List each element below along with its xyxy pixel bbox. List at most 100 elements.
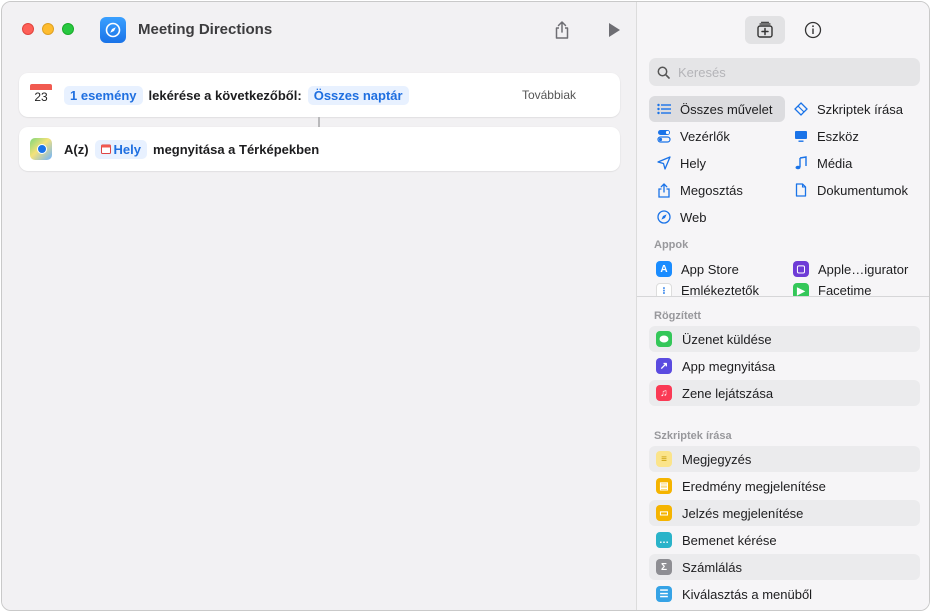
open-app-arrow-icon: ↗ xyxy=(656,358,672,374)
document-icon xyxy=(793,182,809,198)
action-choose-from-menu[interactable]: ☰ Kiválasztás a menüből xyxy=(649,581,920,607)
play-icon xyxy=(609,23,620,37)
editor-pane: Meeting Directions 23 1 esemény lekérése… xyxy=(2,2,636,610)
share-button[interactable] xyxy=(551,19,573,41)
app-label: Emlékeztetők xyxy=(681,283,760,296)
action-show-result[interactable]: ▤ Eredmény megjelenítése xyxy=(649,473,920,499)
category-label: Eszköz xyxy=(817,128,859,144)
more-options-link[interactable]: Továbbiak xyxy=(522,88,576,102)
action-comment[interactable]: ≡ Megjegyzés xyxy=(649,446,920,472)
pinned-section-label: Rögzített xyxy=(654,310,702,322)
calendar-icon: 23 xyxy=(30,84,52,106)
category-all-actions[interactable]: Összes művelet xyxy=(649,96,785,122)
calendar-day: 23 xyxy=(34,90,48,104)
action-show-alert[interactable]: ▭ Jelzés megjelenítése xyxy=(649,500,920,526)
minimize-button[interactable] xyxy=(42,23,54,35)
run-button[interactable] xyxy=(603,19,625,41)
window-controls xyxy=(22,23,74,35)
action-open-in-maps[interactable]: A(z) Hely megnyitása a Térképekben xyxy=(19,127,620,171)
apps-section-label: Appok xyxy=(654,239,689,251)
action-label: Számlálás xyxy=(682,559,742,575)
music-note-icon xyxy=(793,155,809,171)
calendar-small-icon xyxy=(100,144,111,154)
music-icon: ♫ xyxy=(656,385,672,401)
toggle-icon xyxy=(656,128,672,144)
facetime-icon: ▶ xyxy=(793,283,809,296)
category-sharing[interactable]: Megosztás xyxy=(649,177,785,203)
category-controls[interactable]: Vezérlők xyxy=(649,123,785,149)
show-result-icon: ▤ xyxy=(656,478,672,494)
alert-icon: ▭ xyxy=(656,505,672,521)
app-item-app-store[interactable]: A App Store xyxy=(649,256,785,282)
sigma-icon: Σ xyxy=(656,559,672,575)
category-media[interactable]: Média xyxy=(786,150,922,176)
action-text: megnyitása a Térképekben xyxy=(153,141,320,157)
location-token-label: Hely xyxy=(113,141,142,157)
category-device[interactable]: Eszköz xyxy=(786,123,922,149)
category-label: Vezérlők xyxy=(680,128,730,144)
menu-icon: ☰ xyxy=(656,586,672,602)
comment-lines-icon: ≡ xyxy=(656,451,672,467)
action-count[interactable]: Σ Számlálás xyxy=(649,554,920,580)
app-store-icon: A xyxy=(656,261,672,277)
category-label: Dokumentumok xyxy=(817,182,909,198)
action-prefix: A(z) xyxy=(64,141,89,157)
scripting-section-label: Szkriptek írása xyxy=(654,430,732,442)
action-ask-for-input[interactable]: … Bemenet kérése xyxy=(649,527,920,553)
action-label: Kiválasztás a menüből xyxy=(682,586,813,602)
zoom-button[interactable] xyxy=(62,23,74,35)
app-item-reminders[interactable]: ⁝ Emlékeztetők xyxy=(649,283,785,296)
category-label: Összes művelet xyxy=(680,101,773,117)
location-arrow-icon xyxy=(656,155,672,171)
close-button[interactable] xyxy=(22,23,34,35)
app-label: Apple…igurator xyxy=(818,261,909,277)
search-input[interactable] xyxy=(678,64,908,80)
shortcut-title[interactable]: Meeting Directions xyxy=(138,21,272,38)
category-scripting[interactable]: Szkriptek írása xyxy=(786,96,922,122)
calendar-token[interactable]: Összes naptár xyxy=(307,85,409,105)
event-count-token[interactable]: 1 esemény xyxy=(64,85,143,105)
share-icon xyxy=(656,182,672,198)
action-label: App megnyitása xyxy=(682,358,776,374)
category-documents[interactable]: Dokumentumok xyxy=(786,177,922,203)
category-web[interactable]: Web xyxy=(649,204,785,230)
script-icon xyxy=(793,101,809,117)
list-icon xyxy=(656,101,672,117)
details-button[interactable] xyxy=(793,16,833,44)
maps-icon xyxy=(30,138,52,160)
action-play-music[interactable]: ♫ Zene lejátszása xyxy=(649,380,920,406)
search-field[interactable] xyxy=(649,58,920,86)
category-location[interactable]: Hely xyxy=(649,150,785,176)
action-label: Jelzés megjelenítése xyxy=(682,505,804,521)
shortcuts-window: Meeting Directions 23 1 esemény lekérése… xyxy=(1,1,930,611)
action-open-app[interactable]: ↗ App megnyitása xyxy=(649,353,920,379)
app-label: Facetime xyxy=(818,283,872,296)
app-item-apple-configurator[interactable]: ▢ Apple…igurator xyxy=(786,256,926,282)
category-label: Hely xyxy=(680,155,707,171)
action-get-events[interactable]: 23 1 esemény lekérése a következőből: Ös… xyxy=(19,73,620,117)
apple-configurator-icon: ▢ xyxy=(793,261,809,277)
suggestions-list: Rögzített Üzenet küldése ↗ App megnyitás… xyxy=(637,297,929,610)
app-item-facetime[interactable]: ▶ Facetime xyxy=(786,283,922,296)
category-label: Média xyxy=(817,155,853,171)
library-button[interactable] xyxy=(745,16,785,44)
category-label: Szkriptek írása xyxy=(817,101,903,117)
input-bubble-icon: … xyxy=(656,532,672,548)
action-label: Üzenet küldése xyxy=(682,331,772,347)
shortcut-compass-icon[interactable] xyxy=(100,17,126,43)
action-label: Eredmény megjelenítése xyxy=(682,478,826,494)
compass-icon xyxy=(656,209,672,225)
action-library-sidebar: Összes művelet Vezérlők Hely Megosztás W… xyxy=(636,2,929,610)
reminders-icon: ⁝ xyxy=(656,283,672,296)
category-label: Megosztás xyxy=(680,182,743,198)
action-send-message[interactable]: Üzenet küldése xyxy=(649,326,920,352)
category-label: Web xyxy=(680,209,707,225)
message-bubble-icon xyxy=(656,331,672,347)
share-icon xyxy=(555,21,569,39)
location-token[interactable]: Hely xyxy=(94,139,148,159)
add-action-icon xyxy=(757,21,773,38)
action-label: Megjegyzés xyxy=(682,451,752,467)
app-label: App Store xyxy=(681,261,739,277)
action-text: lekérése a következőből: xyxy=(148,87,302,103)
action-label: Bemenet kérése xyxy=(682,532,777,548)
